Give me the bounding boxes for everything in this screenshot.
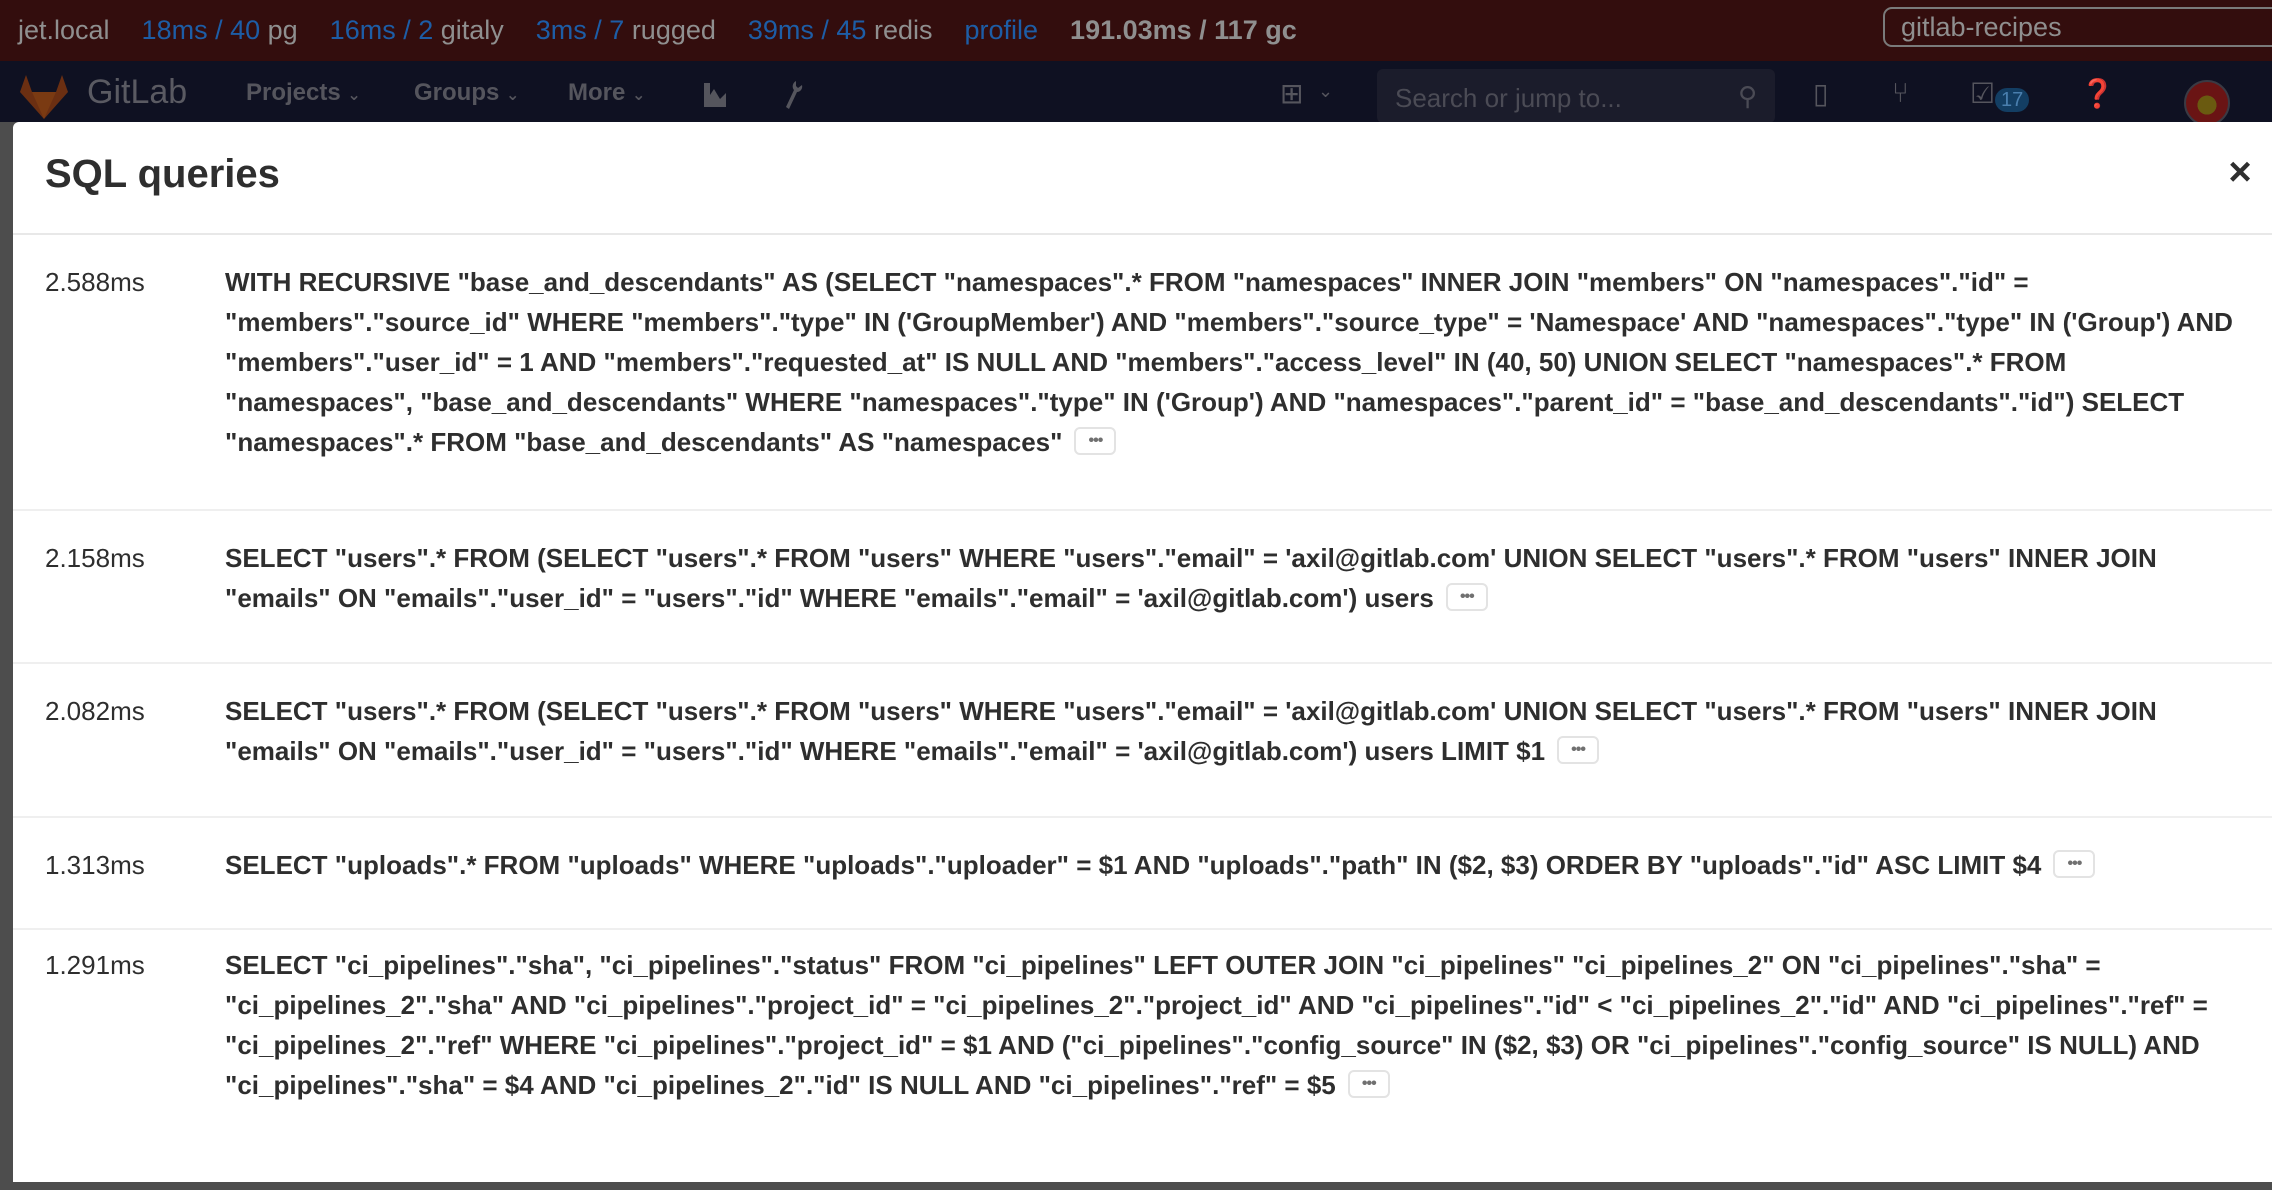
profile-link[interactable]: profile	[965, 15, 1039, 46]
sql-queries-modal: SQL queries × 2.588ms WITH RECURSIVE "ba…	[13, 122, 2272, 1182]
perf-metric-value: 39ms / 45	[747, 15, 867, 45]
user-avatar[interactable]	[2184, 80, 2230, 126]
query-sql: SELECT "uploads".* FROM "uploads" WHERE …	[225, 845, 2272, 885]
todo-icon[interactable]: ☑	[1970, 77, 1995, 110]
query-sql: SELECT "users".* FROM (SELECT "users".* …	[225, 691, 2245, 771]
nav-more-label: More	[568, 79, 626, 106]
query-duration: 2.158ms	[45, 543, 145, 573]
query-row: 2.158ms SELECT "users".* FROM (SELECT "u…	[13, 511, 2272, 664]
perf-metric-redis[interactable]: 39ms / 45 redis	[748, 15, 933, 46]
query-duration: 2.082ms	[45, 696, 145, 726]
expand-query-button[interactable]: •••	[1074, 427, 1117, 456]
perf-metric-value: 16ms / 2	[329, 15, 434, 45]
merge-request-icon[interactable]: ⑂	[1892, 77, 1909, 109]
chevron-down-icon: ⌄	[1318, 81, 1334, 101]
perf-metric-value: 3ms / 7	[535, 15, 625, 45]
perf-metric-label: gitaly	[440, 15, 504, 45]
chevron-down-icon: ⌄	[632, 87, 646, 104]
top-navbar: GitLab Projects ⌄ Groups ⌄ More ⌄ ⊞ ⌄ Se…	[0, 61, 2272, 126]
nav-groups-dropdown[interactable]: Groups ⌄	[414, 79, 519, 107]
perf-metric-pg[interactable]: 18ms / 40 pg	[142, 15, 298, 46]
query-row: 1.313ms SELECT "uploads".* FROM "uploads…	[13, 818, 2272, 930]
nav-projects-dropdown[interactable]: Projects ⌄	[246, 79, 361, 107]
request-selector-value: gitlab-recipes	[1901, 12, 2062, 42]
query-text: WITH RECURSIVE "base_and_descendants" AS…	[225, 267, 2233, 457]
search-input[interactable]: Search or jump to... ⚲	[1377, 69, 1775, 123]
search-placeholder: Search or jump to...	[1395, 83, 1622, 113]
todos-count-badge: 17	[1995, 88, 2030, 112]
expand-query-button[interactable]: •••	[1557, 736, 1600, 765]
perf-metric-label: pg	[267, 15, 298, 45]
query-text: SELECT "uploads".* FROM "uploads" WHERE …	[225, 850, 2042, 880]
gitlab-brand[interactable]: GitLab	[87, 73, 187, 112]
query-row: 1.291ms SELECT "ci_pipelines"."sha", "ci…	[13, 930, 2272, 1190]
perf-metric-label: redis	[873, 15, 933, 45]
nav-groups-label: Groups	[414, 79, 500, 106]
query-duration: 1.291ms	[45, 950, 145, 980]
perf-metric-gitaly[interactable]: 16ms / 2 gitaly	[330, 15, 504, 46]
gitlab-logo-icon[interactable]	[20, 75, 68, 119]
query-row: 2.588ms WITH RECURSIVE "base_and_descend…	[13, 235, 2272, 511]
ellipsis-icon: •••	[1571, 741, 1586, 759]
ellipsis-icon: •••	[1361, 1075, 1377, 1093]
query-duration: 1.313ms	[45, 850, 145, 880]
activity-chart-icon[interactable]	[702, 81, 728, 109]
query-text: SELECT "ci_pipelines"."sha", "ci_pipelin…	[225, 950, 2208, 1100]
modal-header: SQL queries ×	[13, 122, 2272, 235]
close-button[interactable]: ×	[2223, 152, 2257, 192]
admin-wrench-icon[interactable]	[780, 79, 804, 111]
new-plus-icon[interactable]: ⊞	[1280, 77, 1303, 110]
ellipsis-icon: •••	[1459, 588, 1475, 606]
expand-query-button[interactable]: •••	[1347, 1070, 1390, 1099]
query-text: SELECT "users".* FROM (SELECT "users".* …	[225, 696, 2157, 766]
query-text: SELECT "users".* FROM (SELECT "users".* …	[225, 543, 2157, 613]
search-icon: ⚲	[1737, 81, 1757, 111]
request-selector[interactable]: gitlab-recipes ▲▼	[1883, 7, 2272, 47]
expand-query-button[interactable]: •••	[2053, 850, 2096, 879]
gc-metric: 191.03ms / 117 gc	[1070, 15, 1297, 45]
help-icon[interactable]: ❓	[2080, 77, 2115, 110]
ellipsis-icon: •••	[2067, 855, 2083, 873]
nav-projects-label: Projects	[246, 79, 341, 106]
performance-bar: jet.local 18ms / 40 pg 16ms / 2 gitaly 3…	[0, 0, 2272, 61]
issues-icon[interactable]: ▯	[1813, 77, 1828, 110]
nav-more-dropdown[interactable]: More ⌄	[568, 79, 645, 107]
query-sql: SELECT "users".* FROM (SELECT "users".* …	[225, 538, 2245, 618]
modal-title: SQL queries	[45, 152, 280, 196]
query-duration: 2.588ms	[45, 267, 145, 297]
query-sql: SELECT "ci_pipelines"."sha", "ci_pipelin…	[225, 945, 2245, 1105]
query-sql: WITH RECURSIVE "base_and_descendants" AS…	[225, 262, 2245, 462]
chevron-down-icon: ⌄	[347, 87, 361, 104]
perf-metric-value: 18ms / 40	[141, 15, 261, 45]
ellipsis-icon: •••	[1088, 432, 1104, 450]
perf-metric-label: rugged	[631, 15, 716, 45]
host-name: jet.local	[18, 15, 110, 45]
expand-query-button[interactable]: •••	[1445, 583, 1488, 612]
query-row: 2.082ms SELECT "users".* FROM (SELECT "u…	[13, 664, 2272, 818]
chevron-down-icon: ⌄	[506, 87, 520, 104]
close-icon: ×	[2228, 150, 2252, 194]
perf-metric-rugged[interactable]: 3ms / 7 rugged	[536, 15, 716, 46]
